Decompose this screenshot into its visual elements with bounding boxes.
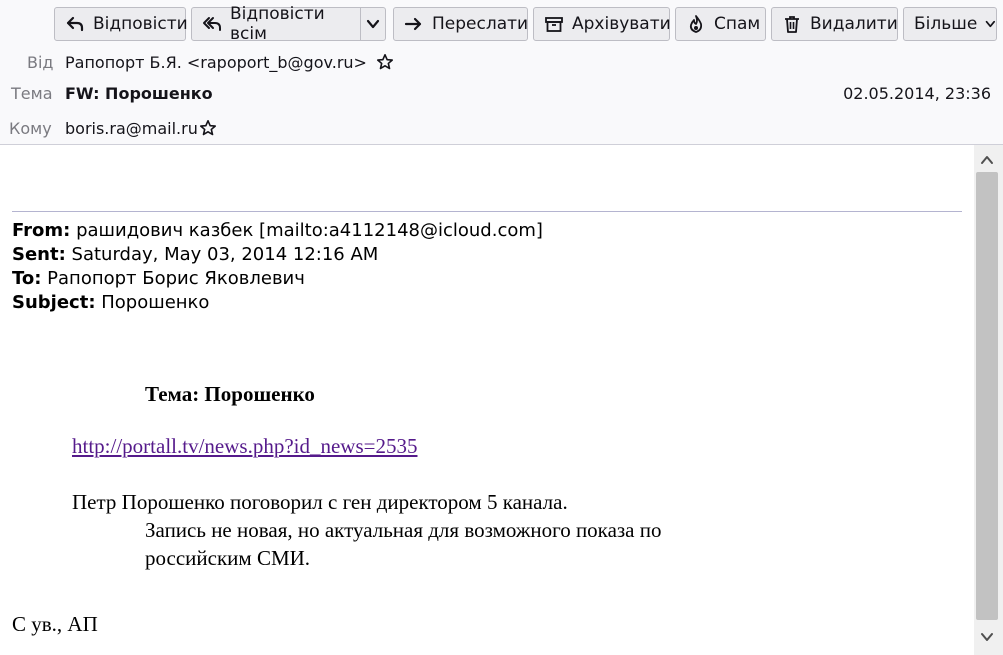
body-paragraph-line-2: Запись не новая, но актуальная для возмо…	[145, 518, 662, 542]
star-icon[interactable]	[376, 53, 394, 71]
reply-all-label: Відповісти всім	[230, 4, 325, 44]
quoted-sent-key: Sent:	[12, 244, 66, 265]
quoted-subject: Subject: Порошенко	[12, 292, 209, 313]
to-label: Кому	[9, 119, 52, 138]
to-address[interactable]: boris.ra@mail.ru	[65, 119, 198, 138]
message-body: From: рашидович казбек [mailto:a4112148@…	[0, 145, 974, 655]
delete-label: Видалити	[810, 14, 898, 34]
reply-all-icon	[202, 14, 222, 34]
quoted-subject-key: Subject:	[12, 292, 96, 313]
reply-icon	[65, 14, 85, 34]
chevron-down-icon	[985, 20, 996, 28]
quoted-from-value: рашидович казбек [mailto:a4112148@icloud…	[70, 220, 543, 241]
quoted-to-value: Рапопорт Борис Яковлевич	[41, 268, 305, 289]
spam-button[interactable]: Спам	[675, 7, 766, 41]
forward-icon	[404, 14, 424, 34]
chevron-down-icon	[366, 19, 380, 29]
more-button[interactable]: Більше	[903, 7, 997, 41]
body-heading: Тема: Порошенко	[145, 382, 315, 406]
scroll-down-button[interactable]	[976, 626, 998, 648]
reply-label: Відповісти	[93, 14, 188, 34]
scroll-down-icon	[981, 633, 993, 641]
spam-label: Спам	[714, 14, 761, 34]
quoted-to: To: Рапопорт Борис Яковлевич	[12, 268, 305, 289]
message-header: Відповісти Відповісти всім Переслати Арх…	[0, 0, 1003, 145]
body-paragraph-line-1: Петр Порошенко поговорил с ген директоро…	[72, 490, 568, 514]
to-value[interactable]: boris.ra@mail.ru	[65, 119, 217, 138]
scrollbar-thumb[interactable]	[976, 172, 998, 620]
quoted-sent-value: Saturday, May 03, 2014 12:16 AM	[65, 244, 379, 265]
from-address[interactable]: Рапопорт Б.Я. <rapoport_b@gov.ru>	[65, 53, 367, 72]
forward-label: Переслати	[432, 14, 529, 34]
news-link[interactable]: http://portall.tv/news.php?id_news=2535	[72, 434, 417, 459]
subject-value: FW: Порошенко	[65, 84, 213, 103]
quoted-to-key: To:	[12, 268, 42, 289]
from-value[interactable]: Рапопорт Б.Я. <rapoport_b@gov.ru>	[65, 53, 394, 72]
quoted-from: From: рашидович казбек [mailto:a4112148@…	[12, 220, 543, 241]
message-toolbar: Відповісти Відповісти всім Переслати Арх…	[0, 4, 1003, 44]
spam-icon	[686, 14, 706, 34]
more-label: Більше	[914, 14, 978, 34]
scroll-up-button[interactable]	[976, 149, 998, 171]
quote-separator	[12, 211, 962, 212]
reply-all-menu-button[interactable]	[360, 7, 386, 41]
quoted-subject-value: Порошенко	[95, 292, 210, 313]
from-label: Від	[27, 53, 54, 72]
forward-button[interactable]: Переслати	[393, 7, 528, 41]
star-icon[interactable]	[199, 119, 217, 137]
quoted-from-key: From:	[12, 220, 71, 241]
reply-all-button[interactable]: Відповісти всім	[191, 4, 361, 44]
delete-icon	[782, 14, 802, 34]
archive-label: Архівувати	[572, 14, 671, 34]
signature: С ув., АП	[12, 612, 98, 636]
quoted-sent: Sent: Saturday, May 03, 2014 12:16 AM	[12, 244, 378, 265]
archive-button[interactable]: Архівувати	[533, 7, 671, 41]
body-paragraph-line-3: российским СМИ.	[145, 546, 311, 570]
scroll-up-icon	[981, 156, 993, 164]
subject-label: Тема	[11, 84, 53, 103]
reply-button[interactable]: Відповісти	[54, 7, 188, 41]
delete-button[interactable]: Видалити	[771, 7, 898, 41]
message-date: 02.05.2014, 23:36	[843, 84, 991, 103]
archive-icon	[544, 14, 564, 34]
